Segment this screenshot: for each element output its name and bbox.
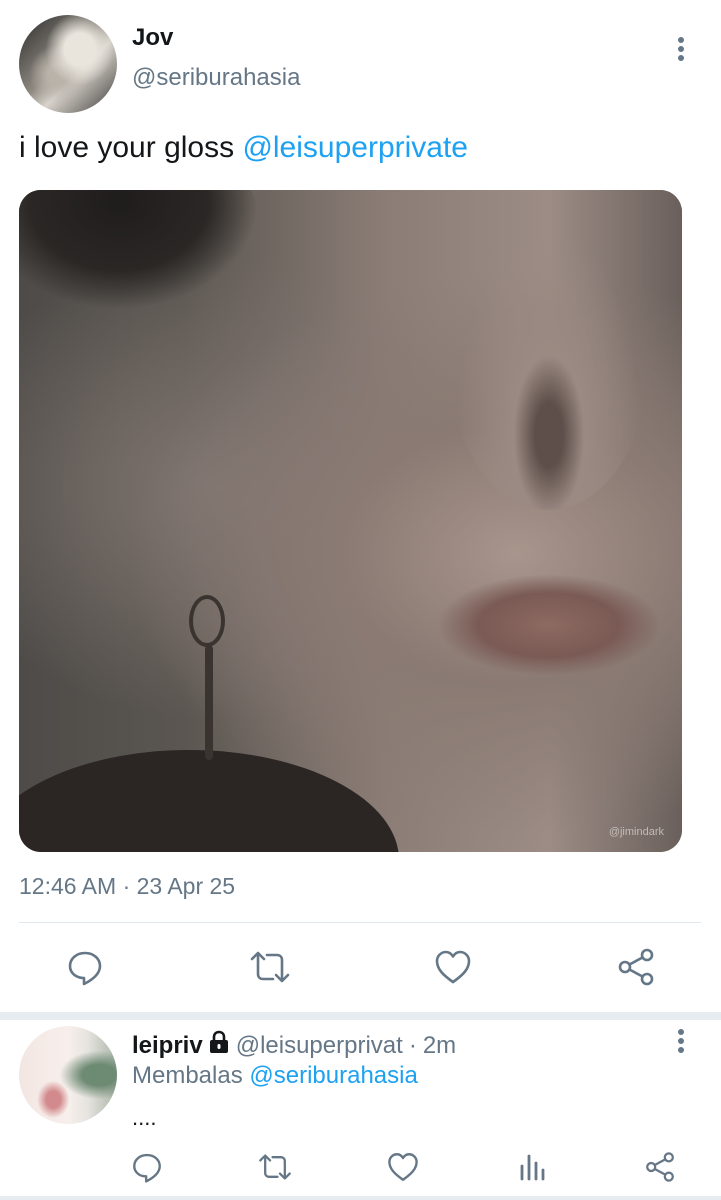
reply-author-display-name[interactable]: leipriv [132,1032,203,1060]
photo-nose-shading [449,210,649,510]
more-vertical-icon [678,37,684,61]
reply-icon [68,951,102,986]
bottom-divider [0,1196,721,1200]
tweet-timestamp[interactable]: 12:46 AM · 23 Apr 25 [19,873,235,900]
reply-author-handle[interactable]: @leisuperprivat [236,1032,403,1060]
reply-analytics-button[interactable] [512,1147,552,1187]
heart-icon [388,1153,418,1181]
photo-earring-hoop [189,595,225,647]
more-options-button[interactable] [668,34,694,64]
main-tweet: Jov @seriburahasia i love your gloss @le… [0,0,721,1012]
reply-share-button[interactable] [640,1147,680,1187]
photo-watermark: @jimindark [608,826,664,838]
reply-like-button[interactable] [383,1147,423,1187]
photo-lips-shading [439,575,659,675]
reply-retweet-button[interactable] [255,1147,295,1187]
like-button[interactable] [431,945,475,989]
reply-timestamp[interactable]: 2m [423,1032,456,1060]
retweet-icon [259,1154,291,1180]
replying-to-line: Membalas @seriburahasia [132,1062,418,1090]
share-icon [618,948,654,986]
reply-reply-button[interactable] [127,1147,167,1187]
reply-button[interactable] [63,945,107,989]
replying-to-mention-link[interactable]: @seriburahasia [249,1062,417,1089]
tweet-body-text: i love your gloss [19,131,243,164]
tweet-media-photo[interactable]: @jimindark [19,190,682,852]
author-handle[interactable]: @seriburahasia [132,64,300,92]
more-vertical-icon [678,1029,684,1053]
author-display-name[interactable]: Jov [132,24,173,52]
reply-author-avatar[interactable] [19,1026,117,1124]
section-separator [0,1012,721,1020]
reply-header: leipriv @leisuperprivat · 2m [132,1030,456,1061]
share-button[interactable] [614,945,658,989]
analytics-icon [520,1154,545,1181]
share-icon [646,1152,674,1182]
lock-icon [208,1030,230,1061]
photo-earring-drop [205,645,213,760]
reply-icon [133,1153,161,1183]
author-avatar[interactable] [19,15,117,113]
reply-more-options-button[interactable] [668,1026,694,1056]
tweet-mention-link[interactable]: @leisuperprivate [242,131,468,164]
retweet-button[interactable] [248,945,292,989]
heart-icon [435,950,471,984]
retweet-icon [250,951,290,983]
divider [19,922,701,923]
replying-prefix: Membalas [132,1062,250,1089]
reply-text: .... [132,1105,157,1130]
tweet-text: i love your gloss @leisuperprivate [19,131,468,165]
reply-meta-separator: · [408,1031,417,1059]
